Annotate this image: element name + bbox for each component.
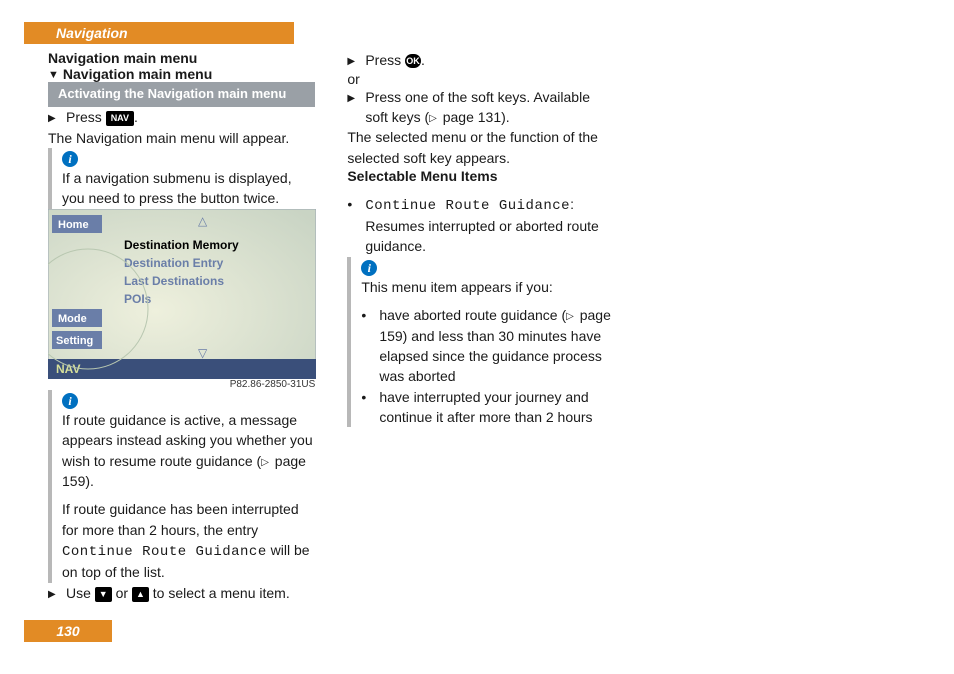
step-marker-icon [48, 109, 56, 125]
chapter-tab: Navigation [24, 22, 294, 44]
menu-item-code: Continue Route Guidance [62, 544, 267, 560]
svg-text:Home: Home [58, 219, 89, 231]
step-result: The Navigation main menu will appear. [48, 128, 315, 148]
svg-text:Setting: Setting [56, 335, 93, 347]
section-heading: Navigation main menu [48, 50, 315, 66]
list-item: • Continue Route Guidance: Resumes inter… [347, 194, 614, 257]
step-marker-icon [48, 585, 56, 601]
subsection-heading: ▼Navigation main menu [48, 66, 315, 82]
info-icon: i [361, 260, 377, 276]
svg-text:Last Destinations: Last Destinations [124, 274, 224, 288]
step: Press NAV. [48, 107, 315, 128]
info-icon: i [62, 393, 78, 409]
svg-text:NAV: NAV [56, 362, 80, 376]
or-separator: or [347, 71, 614, 87]
step-result: The selected menu or the function of the… [347, 127, 614, 168]
step: Press one of the soft keys. Available so… [347, 87, 614, 128]
list-item: • have aborted route guidance ( page 159… [361, 305, 614, 386]
svg-text:▽: ▽ [198, 346, 208, 360]
page-xref-icon [261, 453, 271, 469]
svg-text:Mode: Mode [58, 313, 87, 325]
subheading: Selectable Menu Items [347, 168, 614, 184]
page-number: 130 [24, 620, 112, 642]
info-note: i If a navigation submenu is displayed, … [48, 148, 315, 209]
nav-hardkey-icon: NAV [106, 111, 134, 126]
arrow-up-key-icon: ▲ [132, 587, 149, 602]
procedure-title-box: Activating the Navigation main menu [48, 82, 315, 107]
triangle-down-icon: ▼ [48, 69, 59, 81]
info-note: i This menu item appears if you: • have … [347, 257, 614, 428]
menu-item-code: Continue Route Guidance [365, 198, 570, 214]
step-marker-icon [347, 52, 355, 68]
page-body: Navigation main menu ▼Navigation main me… [48, 50, 914, 614]
page-xref-icon [429, 109, 439, 125]
comand-screenshot: Home Mode Setting NAV △ ▽ Destination Me… [48, 209, 315, 379]
page-xref-icon [566, 307, 576, 323]
svg-text:△: △ [198, 214, 208, 228]
svg-text:Destination Entry: Destination Entry [124, 256, 224, 270]
list-item: • have interrupted your journey and cont… [361, 387, 614, 428]
figure-caption: P82.86-2850-31US [48, 379, 315, 390]
step-marker-icon [347, 89, 355, 105]
info-icon: i [62, 151, 78, 167]
step: Use ▼ or ▲ to select a menu item. [48, 583, 315, 604]
svg-text:Destination Memory: Destination Memory [124, 238, 239, 252]
step: Press OK. [347, 50, 614, 71]
info-note: i If route guidance is active, a message… [48, 390, 315, 583]
arrow-down-key-icon: ▼ [95, 587, 112, 602]
ok-hardkey-icon: OK [405, 54, 421, 68]
